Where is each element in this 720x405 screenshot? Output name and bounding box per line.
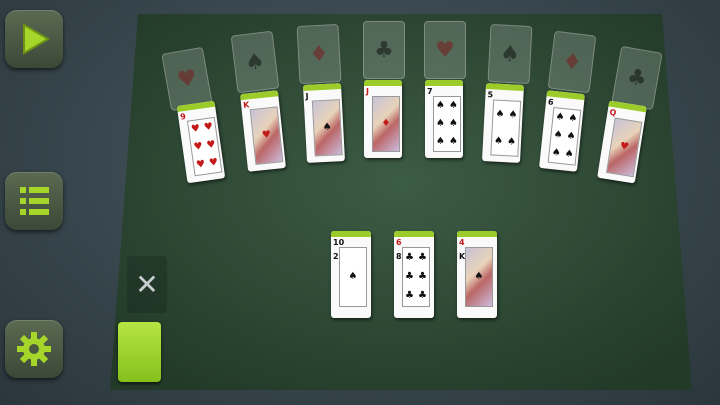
card-top-rank: 6 <box>396 238 402 247</box>
waste-pile[interactable]: ✕ <box>127 256 167 313</box>
foundation-pile[interactable]: ♥ <box>424 21 466 79</box>
tableau-card[interactable]: J ♠ <box>302 83 346 163</box>
tableau-card[interactable]: 6 ♠ ♠ ♠ ♠ ♠ ♠ <box>539 90 585 172</box>
gear-icon <box>17 332 51 366</box>
reserve-card[interactable]: 10 2 ♠ <box>331 231 371 318</box>
foundation-pile[interactable]: ♣ <box>363 21 405 79</box>
card-strip <box>364 80 402 86</box>
tableau-card[interactable]: J ♦ <box>364 80 402 158</box>
foundation-suit: ♦ <box>560 48 584 76</box>
foundation-suit: ♠ <box>499 41 521 67</box>
card-rank: 2 <box>333 252 339 261</box>
foundation-suit: ♥ <box>435 37 455 63</box>
card-face: ♠ <box>311 99 343 157</box>
felt-surface <box>110 14 692 390</box>
card-face: ♥ <box>249 106 284 165</box>
settings-button[interactable] <box>5 320 63 378</box>
card-face: ♠ ♠ ♠ ♠ <box>490 99 522 157</box>
card-rank: 6 <box>547 97 554 107</box>
card-face: ♦ <box>372 96 400 152</box>
card-rank: 7 <box>427 87 433 96</box>
card-face: ♠ ♠ ♠ ♠ ♠ ♠ <box>547 106 582 166</box>
play-icon <box>23 23 50 55</box>
tableau-card[interactable]: K ♥ <box>240 90 286 172</box>
card-face: ♠ ♠ ♠ ♠ ♠ ♠ <box>433 96 461 152</box>
card-face: ♠ <box>339 247 367 307</box>
reserve-card[interactable]: 4 K ♠ <box>457 231 497 318</box>
stock-pile[interactable] <box>118 322 161 382</box>
card-rank: J <box>305 91 309 101</box>
card-top-rank: 10 <box>333 238 345 247</box>
card-face: ♣ ♣ ♣ ♣ ♣ ♣ <box>402 247 430 307</box>
card-face: ♥ ♥ ♥ ♥ ♥ ♥ <box>186 116 223 177</box>
card-rank: 9 <box>179 111 187 122</box>
list-icon <box>20 187 49 215</box>
game-table <box>0 0 720 405</box>
reserve-card[interactable]: 6 8 ♣ ♣ ♣ ♣ ♣ ♣ <box>394 231 434 318</box>
foundation-suit: ♣ <box>374 37 394 63</box>
foundation-pile[interactable]: ♦ <box>547 30 597 94</box>
foundation-suit: ♠ <box>243 48 267 76</box>
card-rank: 5 <box>487 90 494 100</box>
foundation-pile[interactable]: ♦ <box>296 23 342 85</box>
card-strip <box>394 231 434 237</box>
card-strip <box>302 83 342 92</box>
card-top-rank: 4 <box>459 238 465 247</box>
tableau-card[interactable]: 5 ♠ ♠ ♠ ♠ <box>481 83 525 163</box>
card-face: ♥ <box>605 117 643 178</box>
foundation-suit: ♦ <box>308 41 330 67</box>
card-rank: 8 <box>396 252 402 261</box>
card-strip <box>457 231 497 237</box>
foundation-pile[interactable]: ♠ <box>230 30 280 94</box>
card-rank: Q <box>608 107 617 118</box>
menu-button[interactable] <box>5 172 63 230</box>
card-rank: J <box>366 87 369 96</box>
play-button[interactable] <box>5 10 63 68</box>
card-strip <box>425 80 463 86</box>
foundation-suit: ♣ <box>625 63 649 93</box>
card-strip <box>331 231 371 237</box>
foundation-pile[interactable]: ♠ <box>487 23 533 85</box>
card-face: ♠ <box>465 247 493 307</box>
close-icon: ✕ <box>135 268 159 301</box>
tableau-card[interactable]: 7 ♠ ♠ ♠ ♠ ♠ ♠ <box>425 80 463 158</box>
foundation-suit: ♥ <box>175 64 199 94</box>
